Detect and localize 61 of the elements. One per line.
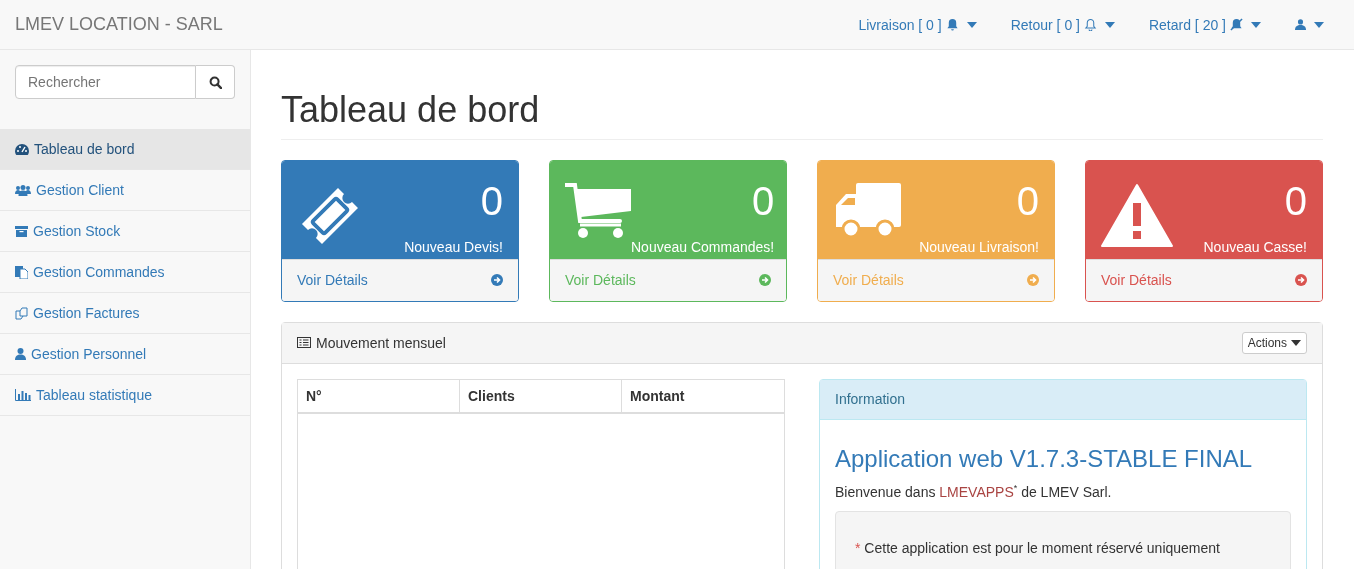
sidebar-item[interactable]: Gestion Client	[0, 170, 250, 211]
note-text: * Cette application est pour le moment réservé uniquement	[855, 540, 1220, 557]
bell-slash-icon	[1230, 18, 1243, 31]
sidebar-item[interactable]: Gestion Commandes	[0, 252, 250, 293]
list-icon	[297, 337, 311, 349]
sidebar-item[interactable]: Tableau de bord	[0, 129, 250, 170]
welcome-text: Bienvenue dans LMEVAPPS$^{*}$ de LMEV Sarl.	[835, 482, 1113, 500]
stat-label: Nouveau Livraison!	[919, 238, 1039, 255]
nav-dropdown[interactable]: Livraison [ 0 ]	[858, 16, 977, 33]
info-heading: Information	[835, 391, 906, 408]
caret-icon	[1291, 339, 1301, 346]
files-icon	[15, 265, 28, 279]
nav-dropdown[interactable]: Retard [ 20 ]	[1148, 16, 1261, 33]
truck-icon	[833, 182, 901, 239]
caret-icon	[966, 21, 977, 28]
nav-dropdown[interactable]	[1295, 19, 1324, 30]
stat-count: 0	[751, 180, 775, 221]
cart-icon	[565, 182, 631, 239]
search-button[interactable]	[196, 65, 235, 99]
arrow-circle-icon	[491, 274, 503, 287]
sidebar-item[interactable]: Tableau statistique	[0, 375, 250, 416]
brand-title[interactable]: LMEV LOCATION - SARL	[15, 14, 825, 35]
stat-label: Nouveau Devis!	[404, 238, 503, 255]
stat-label: Nouveau Commandes!	[631, 238, 775, 255]
stat-count: 0	[1016, 180, 1039, 221]
copy-icon	[15, 306, 28, 320]
sidebar-item[interactable]: Gestion Factures	[0, 293, 250, 334]
user-icon	[1295, 19, 1306, 30]
caret-icon	[1104, 21, 1115, 28]
stat-label: Nouveau Casse!	[1203, 238, 1307, 255]
search-icon	[208, 75, 222, 89]
app-link[interactable]: LMEVAPPS	[939, 483, 1014, 500]
page-title: Tableau de bord	[281, 90, 1323, 140]
users-icon	[15, 184, 31, 196]
details-link[interactable]: Voir Détails	[550, 258, 786, 301]
bell-icon	[945, 18, 959, 31]
column-header: N°	[298, 379, 460, 412]
sidebar-item[interactable]: Gestion Personnel	[0, 334, 250, 375]
user-icon	[15, 348, 26, 360]
panel-title: Mouvement mensuel	[316, 334, 447, 351]
arrow-circle-icon	[1027, 274, 1039, 287]
nav-dropdown[interactable]: Retour [ 0 ]	[1010, 16, 1115, 33]
arrow-circle-icon	[1295, 274, 1307, 287]
caret-icon	[1314, 21, 1324, 28]
search-field[interactable]: Rechercher	[15, 65, 196, 99]
warning-icon	[1101, 182, 1173, 249]
gauge-icon	[15, 143, 29, 155]
archive-icon	[15, 225, 28, 237]
caret-icon	[1251, 21, 1261, 28]
arrow-circle-icon	[759, 274, 771, 287]
stat-count: 0	[1284, 180, 1307, 221]
sidebar-item[interactable]: Gestion Stock	[0, 211, 250, 252]
column-header: Clients	[460, 379, 622, 412]
bar-chart-icon	[15, 389, 31, 401]
actions-button[interactable]: Actions	[1241, 331, 1307, 354]
column-header: Montant	[629, 386, 686, 406]
details-link[interactable]: Voir Détails	[282, 258, 518, 301]
details-link[interactable]: Voir Détails	[1086, 258, 1322, 301]
bell-icon	[1083, 18, 1097, 31]
stat-count: 0	[480, 180, 503, 221]
app-version-title: Application web V1.7.3-STABLE FINAL	[835, 444, 1254, 473]
